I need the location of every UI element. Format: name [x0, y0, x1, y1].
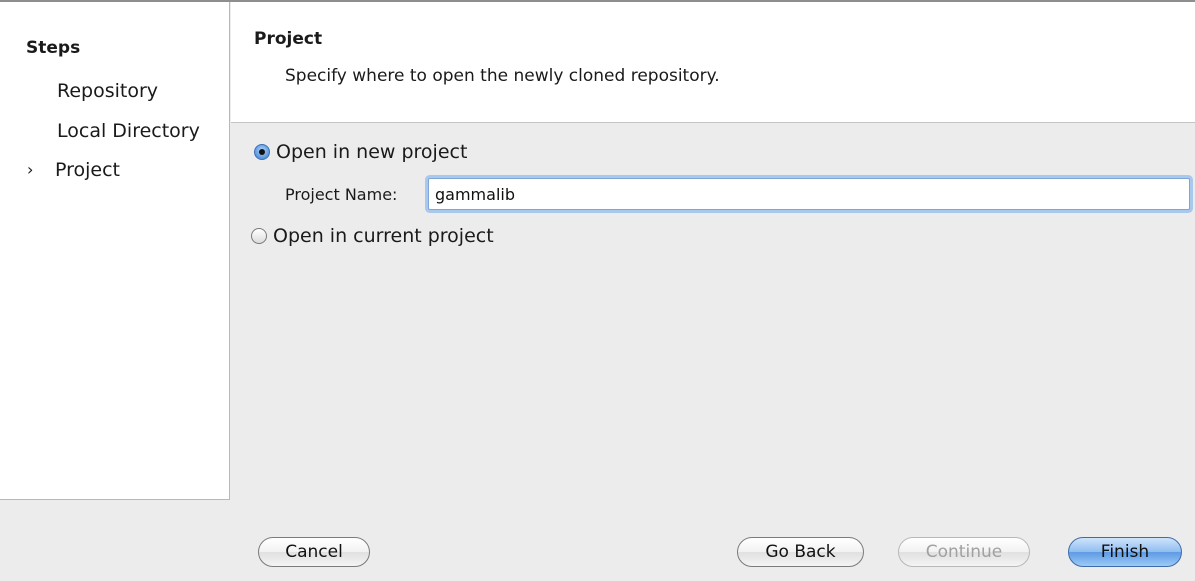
steps-panel: Steps Repository Local Directory › Proje…	[0, 2, 230, 500]
open-in-current-project-option[interactable]: Open in current project	[251, 225, 494, 247]
page-title: Project	[254, 29, 323, 49]
step-local-directory: Local Directory	[57, 120, 200, 142]
step-label: Local Directory	[57, 120, 200, 142]
step-project-current: › Project	[27, 159, 121, 181]
clone-wizard-window: Steps Repository Local Directory › Proje…	[0, 0, 1195, 581]
open-in-new-project-option[interactable]: Open in new project	[254, 141, 467, 163]
open-in-current-project-label[interactable]: Open in current project	[273, 225, 494, 247]
project-name-input[interactable]	[428, 178, 1190, 210]
go-back-button[interactable]: Go Back	[737, 537, 864, 567]
finish-button[interactable]: Finish	[1068, 537, 1182, 567]
radio-button-selected[interactable]	[254, 144, 270, 160]
step-label: Project	[55, 159, 121, 181]
open-in-new-project-label[interactable]: Open in new project	[276, 141, 467, 163]
radio-button-unselected[interactable]	[251, 228, 267, 244]
page-description: Specify where to open the newly cloned r…	[285, 66, 720, 86]
wizard-header: Project Specify where to open the newly …	[231, 2, 1195, 123]
current-step-chevron-icon: ›	[27, 160, 34, 179]
continue-button[interactable]: Continue	[898, 537, 1030, 567]
cancel-button[interactable]: Cancel	[258, 537, 370, 567]
steps-title: Steps	[26, 38, 81, 58]
step-repository: Repository	[57, 80, 158, 102]
project-name-label: Project Name:	[285, 185, 398, 204]
step-label: Repository	[57, 80, 159, 102]
